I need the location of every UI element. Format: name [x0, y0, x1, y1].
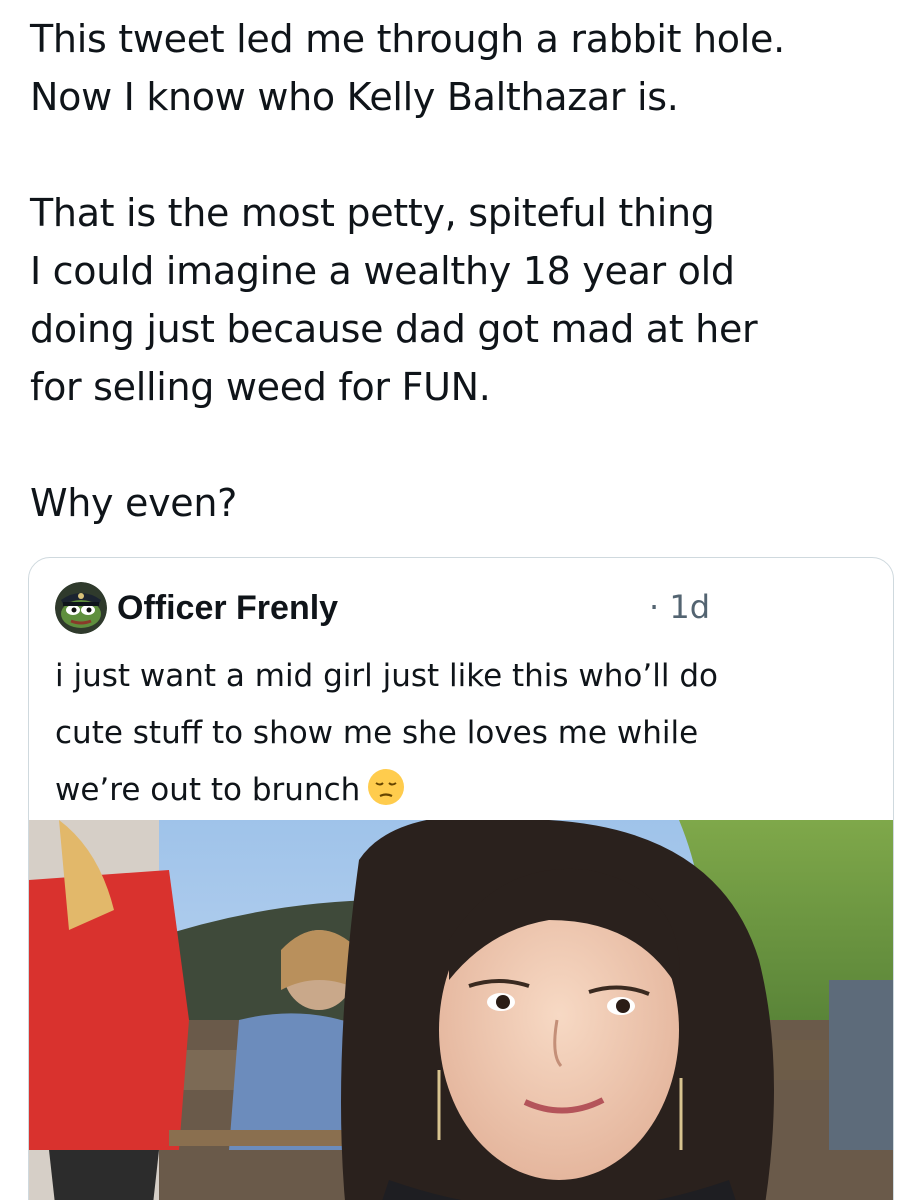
tweet-paragraph-1: This tweet led me through a rabbit hole.…: [30, 17, 785, 119]
tweet-text: This tweet led me through a rabbit hole.…: [30, 10, 900, 532]
pensive-face-emoji-icon: [366, 767, 406, 807]
quoted-tweet-text: i just want a mid girl just like this wh…: [55, 648, 875, 819]
tweet-paragraph-2: That is the most petty, spiteful thing I…: [30, 191, 758, 409]
quoted-text-line: we’re out to brunch: [55, 762, 875, 819]
quoted-tweet-card[interactable]: Officer Frenly · 1d i just want a mid gi…: [28, 557, 894, 1200]
quoted-text-line: cute stuff to show me she loves me while: [55, 715, 699, 751]
quoted-tweet-time[interactable]: · 1d: [649, 588, 710, 626]
outdoor-brunch-photo-image: [29, 820, 893, 1200]
pepe-officer-avatar-icon[interactable]: [55, 582, 107, 634]
tweet-paragraph-3: Why even?: [30, 481, 238, 525]
quoted-tweet-photo[interactable]: [29, 820, 893, 1200]
quoted-author-name[interactable]: Officer Frenly: [117, 589, 338, 628]
quoted-text-line-part: we’re out to brunch: [55, 772, 361, 808]
quoted-text-line: i just want a mid girl just like this wh…: [55, 658, 718, 694]
quoted-tweet-header: Officer Frenly: [55, 582, 338, 634]
